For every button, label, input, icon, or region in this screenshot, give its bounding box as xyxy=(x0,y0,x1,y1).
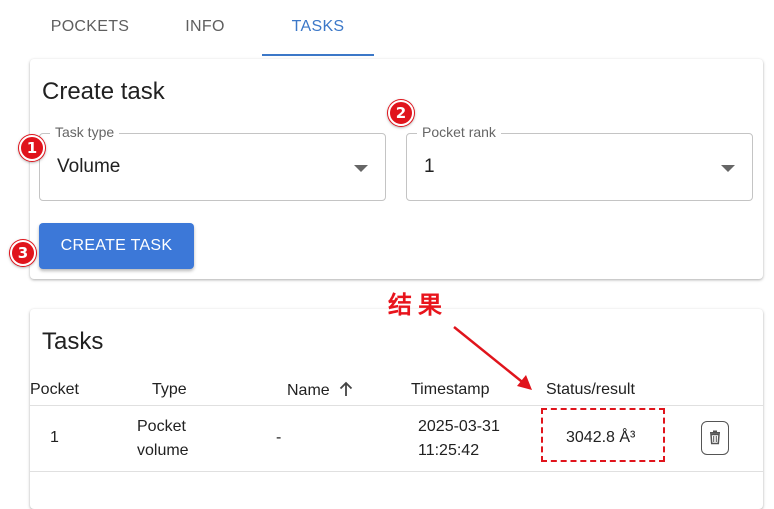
tab-bar: POCKETS INFO TASKS xyxy=(0,0,774,56)
create-task-title: Create task xyxy=(42,78,165,105)
tasks-title: Tasks xyxy=(42,328,104,355)
task-type-select[interactable]: Task type Volume xyxy=(39,124,386,201)
tab-tasks[interactable]: TASKS xyxy=(262,0,374,56)
cell-type-line2: volume xyxy=(137,442,189,459)
task-type-label: Task type xyxy=(50,124,120,140)
column-header-timestamp[interactable]: Timestamp xyxy=(411,381,490,399)
task-type-value: Volume xyxy=(57,156,121,177)
column-header-name[interactable]: Name xyxy=(287,381,354,400)
active-tab-indicator xyxy=(262,54,374,56)
arrow-up-icon xyxy=(340,381,353,396)
dropdown-arrow-icon xyxy=(721,165,735,172)
annotation-result-label: 结果 xyxy=(388,291,448,319)
cell-name: - xyxy=(276,429,282,446)
cell-timestamp-date: 2025-03-31 xyxy=(418,418,500,435)
column-header-name-label: Name xyxy=(287,382,330,399)
trash-icon xyxy=(710,430,720,445)
tab-pockets[interactable]: POCKETS xyxy=(40,0,140,56)
column-header-status[interactable]: Status/result xyxy=(546,381,635,399)
create-task-button[interactable]: CREATE TASK xyxy=(39,223,194,269)
pocket-rank-select[interactable]: Pocket rank 1 xyxy=(406,124,753,201)
dropdown-arrow-icon xyxy=(354,165,368,172)
annotation-badge-1: 1 xyxy=(19,135,45,161)
tab-info[interactable]: INFO xyxy=(160,0,250,56)
table-header-divider xyxy=(30,405,763,406)
cell-pocket: 1 xyxy=(50,429,59,446)
pocket-rank-value: 1 xyxy=(424,156,435,177)
annotation-badge-3: 3 xyxy=(10,240,36,266)
table-row-divider xyxy=(30,471,763,472)
cell-timestamp-time: 11:25:42 xyxy=(418,442,480,459)
delete-task-button[interactable] xyxy=(701,421,729,455)
result-highlight-box xyxy=(541,408,665,462)
column-header-type[interactable]: Type xyxy=(152,381,187,399)
column-header-pocket[interactable]: Pocket xyxy=(30,381,79,399)
annotation-badge-2: 2 xyxy=(388,100,414,126)
pocket-rank-label: Pocket rank xyxy=(417,124,501,140)
cell-type-line1: Pocket xyxy=(137,418,186,435)
